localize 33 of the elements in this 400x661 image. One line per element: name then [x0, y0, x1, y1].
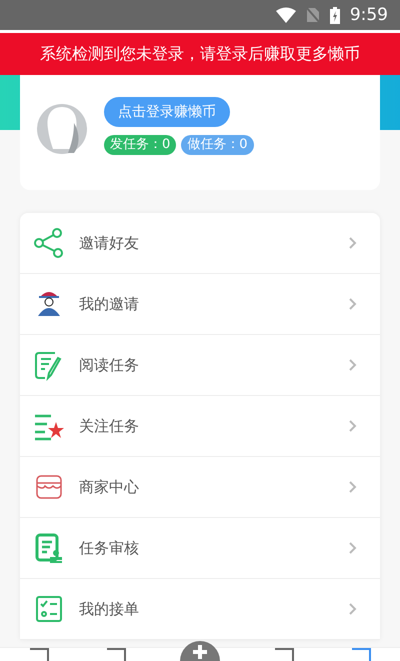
clock-time: 9:59: [350, 5, 388, 25]
menu-item[interactable]: 任务审核: [20, 518, 380, 579]
wifi-icon: [276, 7, 296, 23]
menu-label: 商家中心: [79, 478, 140, 496]
chevron-right-icon: [348, 419, 358, 433]
login-warning-text: 系统检测到您未登录，请登录后赚取更多懒币: [40, 44, 360, 64]
menu-label: 任务审核: [79, 538, 140, 558]
menu-label: 我的接单: [79, 600, 140, 618]
menu-item[interactable]: 商家中心: [20, 457, 380, 518]
chevron-right-icon: [348, 236, 358, 250]
menu-item[interactable]: 关注任务: [20, 396, 380, 457]
task-count-badge: 发任务：0: [104, 134, 176, 154]
menu-item[interactable]: 邀请好友: [20, 213, 380, 274]
no-sim-icon: [306, 7, 320, 23]
menu-label: 我的邀请: [79, 294, 140, 314]
menu-item[interactable]: 我的邀请: [20, 274, 380, 335]
menu-item[interactable]: 阅读任务: [20, 335, 380, 396]
share-icon: [33, 227, 65, 259]
menu-label: 邀请好友: [79, 234, 140, 252]
chevron-right-icon: [348, 297, 358, 311]
avatar-silhouette-icon: [36, 102, 88, 154]
document-user-icon: [33, 532, 65, 564]
chevron-right-icon: [348, 358, 358, 372]
menu-item[interactable]: 我的接单: [20, 579, 380, 640]
chevron-right-icon: [348, 541, 358, 555]
plus-icon: [192, 645, 207, 659]
chevron-right-icon: [348, 480, 358, 494]
battery-charging-icon: [330, 6, 340, 24]
task-count-badge: 做任务：0: [181, 134, 254, 154]
menu-label: 阅读任务: [79, 356, 140, 374]
checklist-icon: [33, 593, 65, 625]
chevron-right-icon: [348, 602, 358, 616]
menu-label: 关注任务: [79, 416, 140, 436]
